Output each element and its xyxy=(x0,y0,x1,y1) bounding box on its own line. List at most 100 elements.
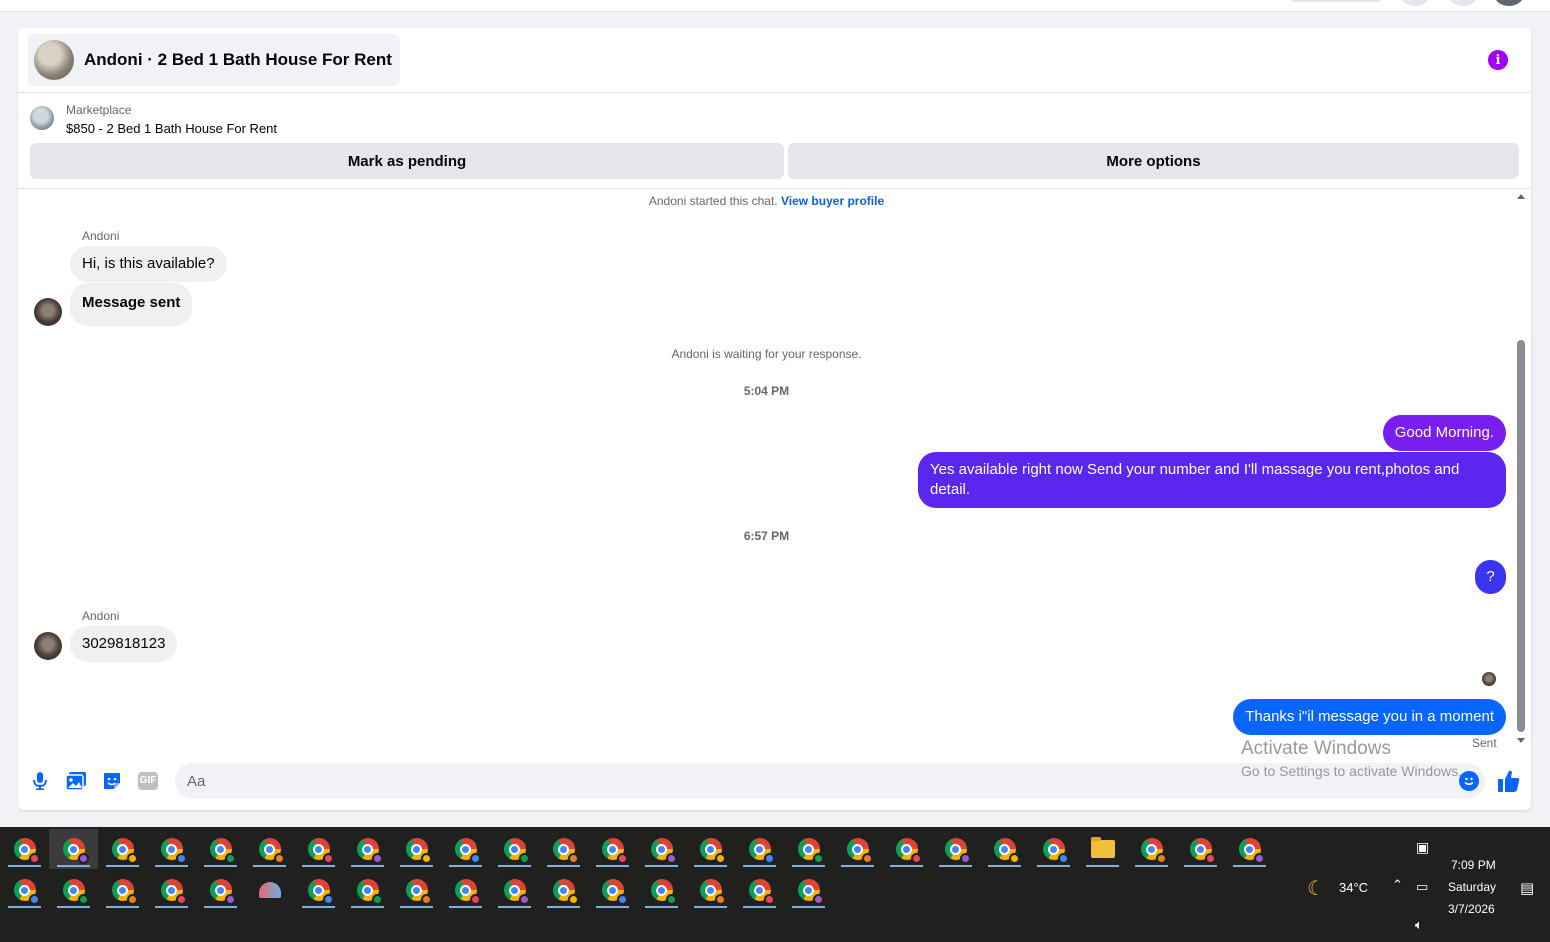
app-taskbar-button[interactable] xyxy=(245,870,294,910)
chrome-icon xyxy=(503,838,530,864)
volume-icon[interactable]: 🔈︎ xyxy=(1415,917,1423,933)
chrome-taskbar-button[interactable] xyxy=(784,829,833,869)
moon-icon[interactable]: ☾ xyxy=(1307,876,1325,901)
outgoing-message[interactable]: Good Morning. xyxy=(1382,415,1506,451)
chrome-taskbar-button[interactable] xyxy=(735,870,784,910)
chrome-taskbar-button[interactable] xyxy=(294,870,343,910)
notifications-icon[interactable]: ▤ xyxy=(1520,879,1534,897)
top-notifications-button[interactable] xyxy=(1448,0,1478,6)
chrome-taskbar-button[interactable] xyxy=(980,829,1029,869)
photo-icon[interactable] xyxy=(66,771,86,791)
clock-time[interactable]: 7:09 PM xyxy=(1451,858,1496,872)
umbrella-icon xyxy=(258,882,281,898)
chrome-icon xyxy=(797,838,824,864)
chrome-taskbar-button[interactable] xyxy=(98,870,147,910)
running-indicator xyxy=(302,865,335,867)
gif-icon[interactable]: GIF xyxy=(137,771,159,791)
chrome-taskbar-button[interactable] xyxy=(735,829,784,869)
clock-date[interactable]: 3/7/2026 xyxy=(1448,902,1495,916)
message-input[interactable] xyxy=(175,763,1485,799)
chrome-taskbar-button[interactable] xyxy=(392,870,441,910)
meet-now-icon[interactable]: ▣ xyxy=(1416,839,1429,856)
emoji-icon[interactable] xyxy=(1459,771,1479,791)
profile-badge-icon xyxy=(714,894,726,905)
chrome-taskbar-button[interactable] xyxy=(1127,829,1176,869)
outgoing-message[interactable]: ? xyxy=(1475,560,1506,594)
chrome-taskbar-button[interactable] xyxy=(441,829,490,869)
running-indicator xyxy=(449,865,482,867)
profile-badge-icon xyxy=(322,853,334,864)
chrome-taskbar-button[interactable] xyxy=(1225,829,1274,869)
chrome-icon xyxy=(601,879,628,905)
scroll-up-arrow-icon[interactable] xyxy=(1517,194,1525,199)
more-options-button[interactable]: More options xyxy=(788,143,1519,179)
message-status: Sent xyxy=(1472,736,1497,750)
view-buyer-profile-link[interactable]: View buyer profile xyxy=(781,194,884,208)
weather-temperature[interactable]: 34°C xyxy=(1339,880,1368,895)
chrome-taskbar-button[interactable] xyxy=(392,829,441,869)
file-explorer-taskbar-button[interactable] xyxy=(1078,829,1127,869)
chrome-taskbar-button[interactable] xyxy=(637,870,686,910)
chrome-taskbar-button[interactable] xyxy=(245,829,294,869)
message-thread: Andoni started this chat. View buyer pro… xyxy=(18,190,1531,750)
chrome-taskbar-button[interactable] xyxy=(196,870,245,910)
sticker-icon[interactable] xyxy=(102,771,122,791)
running-indicator xyxy=(988,865,1021,867)
listing-thumbnail[interactable] xyxy=(30,106,54,130)
chrome-taskbar-button[interactable] xyxy=(588,870,637,910)
chrome-taskbar-button[interactable] xyxy=(0,829,49,869)
chrome-taskbar-button[interactable] xyxy=(441,870,490,910)
chrome-taskbar-button[interactable] xyxy=(294,829,343,869)
top-search-pill[interactable] xyxy=(1290,0,1382,2)
chrome-taskbar-button[interactable] xyxy=(49,870,98,910)
chrome-taskbar-button[interactable] xyxy=(637,829,686,869)
outgoing-message[interactable]: Yes available right now Send your number… xyxy=(918,452,1506,508)
windows-taskbar: ▣ ☾ 34°C ⌃ ▭ 🔈︎ 7:09 PM Saturday 3/7/202… xyxy=(0,827,1550,942)
chrome-taskbar-button[interactable] xyxy=(1176,829,1225,869)
timestamp: 6:57 PM xyxy=(743,529,790,543)
chrome-taskbar-button[interactable] xyxy=(343,870,392,910)
network-icon[interactable]: ▭ xyxy=(1416,879,1428,895)
chrome-taskbar-button[interactable] xyxy=(490,829,539,869)
clock-day[interactable]: Saturday xyxy=(1448,880,1496,894)
chrome-taskbar-button[interactable] xyxy=(490,870,539,910)
running-indicator xyxy=(351,865,384,867)
chrome-taskbar-button[interactable] xyxy=(539,870,588,910)
chrome-taskbar-button[interactable] xyxy=(343,829,392,869)
microphone-icon[interactable] xyxy=(30,771,50,791)
sender-avatar[interactable] xyxy=(34,298,62,326)
incoming-message[interactable]: Hi, is this available? xyxy=(70,246,227,282)
mark-as-pending-button[interactable]: Mark as pending xyxy=(30,143,784,179)
top-profile-avatar[interactable] xyxy=(1494,0,1524,6)
chrome-taskbar-button[interactable] xyxy=(147,870,196,910)
profile-badge-icon xyxy=(1204,853,1216,864)
chrome-taskbar-button[interactable] xyxy=(147,829,196,869)
chrome-taskbar-button[interactable] xyxy=(686,829,735,869)
thumbs-up-icon[interactable] xyxy=(1496,768,1522,794)
chrome-taskbar-button[interactable] xyxy=(882,829,931,869)
chat-title-button[interactable]: Andoni · 2 Bed 1 Bath House For Rent xyxy=(28,34,400,86)
chrome-taskbar-button[interactable] xyxy=(833,829,882,869)
chrome-taskbar-button[interactable] xyxy=(784,870,833,910)
chrome-taskbar-button[interactable] xyxy=(686,870,735,910)
profile-badge-icon xyxy=(224,853,236,864)
top-menu-button[interactable] xyxy=(1400,0,1430,6)
incoming-message[interactable]: Message sent xyxy=(70,283,193,326)
incoming-message[interactable]: 3029818123 xyxy=(70,626,178,662)
chrome-taskbar-button[interactable] xyxy=(1029,829,1078,869)
scrollbar-thumb[interactable] xyxy=(1517,340,1525,732)
info-icon[interactable]: i xyxy=(1488,50,1508,70)
show-hidden-icons-chevron-icon[interactable]: ⌃ xyxy=(1392,877,1403,893)
chrome-taskbar-button[interactable] xyxy=(0,870,49,910)
listing-title[interactable]: $850 - 2 Bed 1 Bath House For Rent xyxy=(66,121,277,136)
chrome-taskbar-button[interactable] xyxy=(539,829,588,869)
chrome-taskbar-button[interactable] xyxy=(588,829,637,869)
chrome-taskbar-button[interactable] xyxy=(49,829,98,869)
outgoing-message[interactable]: Thanks i"il message you in a moment xyxy=(1233,699,1506,735)
chrome-taskbar-button[interactable] xyxy=(98,829,147,869)
chrome-icon xyxy=(62,879,89,905)
chrome-taskbar-button[interactable] xyxy=(196,829,245,869)
scroll-down-arrow-icon[interactable] xyxy=(1517,738,1525,743)
sender-avatar[interactable] xyxy=(34,632,62,660)
chrome-taskbar-button[interactable] xyxy=(931,829,980,869)
